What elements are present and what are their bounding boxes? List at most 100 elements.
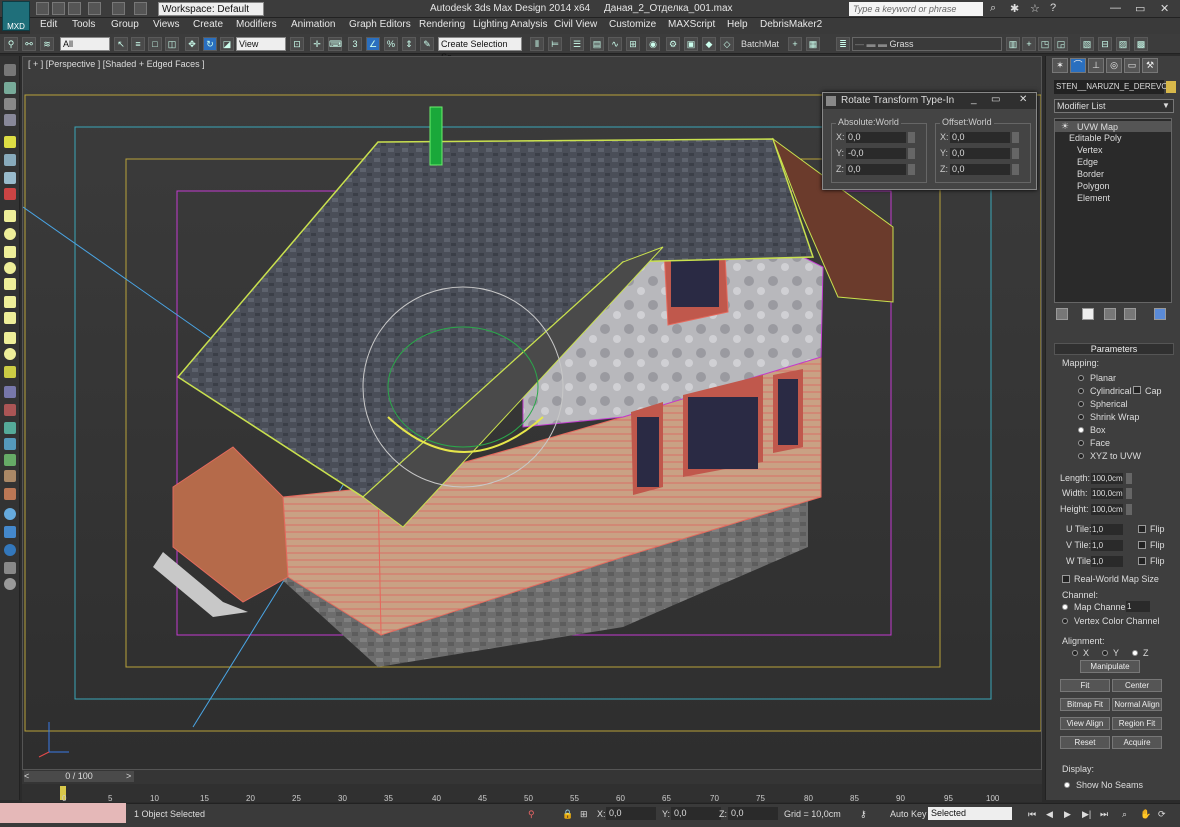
toolbar-icon-25[interactable]	[4, 508, 16, 520]
container-icon[interactable]: ▨	[1116, 37, 1130, 51]
toolbar-icon-28[interactable]	[4, 562, 16, 574]
toolbar-icon-23[interactable]	[4, 470, 16, 482]
select-in-layer-icon[interactable]: ◳	[1038, 37, 1052, 51]
mapping-planar[interactable]: Planar	[1090, 373, 1116, 383]
cap-checkbox[interactable]	[1133, 386, 1141, 394]
render-setup-icon[interactable]: ⚙	[666, 37, 680, 51]
radio-align-y[interactable]	[1102, 650, 1108, 656]
layer-manager-2-icon[interactable]: ▧	[1080, 37, 1094, 51]
radio-face[interactable]	[1078, 440, 1084, 446]
configure-modifier-sets-icon[interactable]	[1154, 308, 1166, 320]
maxscript-listener[interactable]	[0, 803, 126, 823]
toolbar-icon-26[interactable]	[4, 526, 16, 538]
plane-primitive-icon[interactable]	[4, 366, 16, 378]
add-icon[interactable]: +	[788, 37, 802, 51]
realworld-checkbox[interactable]	[1062, 575, 1070, 583]
y-coordinate-field[interactable]: 0,0	[671, 807, 721, 820]
reference-coordinate-dropdown[interactable]: View	[236, 37, 286, 51]
acquire-button[interactable]: Acquire	[1112, 736, 1162, 749]
box-primitive-icon[interactable]	[4, 210, 16, 222]
teapot-primitive-icon[interactable]	[4, 296, 16, 308]
spinner-snap-icon[interactable]: ⇕	[402, 37, 416, 51]
search-icon[interactable]: ⌕	[990, 2, 996, 15]
height-spinner[interactable]	[1126, 504, 1132, 515]
length-field[interactable]: 100,0cm	[1091, 473, 1123, 484]
reset-button[interactable]: Reset	[1060, 736, 1110, 749]
radio-map-channel[interactable]	[1062, 604, 1068, 610]
map-channel-field[interactable]: 1	[1126, 601, 1150, 612]
abs-y-field[interactable]: -0,0	[846, 148, 906, 159]
length-spinner[interactable]	[1126, 473, 1132, 484]
mirror-icon[interactable]: ⫴	[530, 37, 544, 51]
normal-align-button[interactable]: Normal Align	[1112, 698, 1162, 711]
wtile-field[interactable]: 1,0	[1091, 556, 1123, 567]
pivot-center-icon[interactable]: ⊡	[290, 37, 304, 51]
chevron-down-icon[interactable]: ▼	[1162, 101, 1170, 110]
off-y-field[interactable]: 0,0	[950, 148, 1010, 159]
curve-editor-icon[interactable]: ∿	[608, 37, 622, 51]
make-unique-icon[interactable]	[1104, 308, 1116, 320]
mapping-spherical[interactable]: Spherical	[1090, 399, 1128, 409]
parameters-rollout-header[interactable]: Parameters	[1054, 343, 1174, 355]
radio-xyz-to-uvw[interactable]	[1078, 453, 1084, 459]
off-y-spinner[interactable]	[1012, 148, 1019, 159]
save-file-icon[interactable]	[68, 2, 81, 15]
radio-spherical[interactable]	[1078, 401, 1084, 407]
scale-icon[interactable]: ◪	[220, 37, 234, 51]
abs-z-spinner[interactable]	[908, 164, 915, 175]
time-slider[interactable]: 0 / 100	[24, 771, 134, 782]
object-color-swatch[interactable]	[1166, 81, 1176, 93]
autokey-button[interactable]: Auto Key	[890, 809, 927, 819]
keyboard-shortcut-toggle-icon[interactable]: ⌨	[328, 37, 342, 51]
menu-debrismaker[interactable]: DebrisMaker2	[760, 19, 822, 30]
close-icon[interactable]: ✕	[1019, 94, 1027, 105]
key-mode-dropdown[interactable]: Selected	[928, 807, 1012, 820]
track-bar[interactable]: 0 5 10 15 20 25 30 35 40 45 50 55 60 65 …	[22, 784, 1042, 803]
toolbar-extra-icon[interactable]: ▦	[806, 37, 820, 51]
add-to-layer-icon[interactable]: +	[1022, 37, 1036, 51]
undo-icon[interactable]	[88, 2, 101, 15]
radio-cylindrical[interactable]	[1078, 388, 1084, 394]
lock-selection-icon[interactable]: 🔒	[562, 809, 573, 820]
toolbar-icon-22[interactable]	[4, 454, 16, 466]
named-selection-set-dropdown[interactable]: Create Selection Se	[438, 37, 522, 62]
show-end-result-icon[interactable]	[1082, 308, 1094, 320]
time-next-icon[interactable]: >	[126, 771, 131, 781]
x-coordinate-field[interactable]: 0,0	[606, 807, 656, 820]
stack-item-element[interactable]: Element	[1077, 193, 1110, 203]
rotate-icon[interactable]: ↻	[203, 37, 217, 51]
hold-icon[interactable]	[134, 2, 147, 15]
width-field[interactable]: 100,0cm	[1091, 488, 1123, 499]
lightbulb-icon[interactable]: ☀	[1061, 121, 1069, 132]
viewport-label[interactable]: [ + ] [Perspective ] [Shaded + Edged Fac…	[28, 59, 205, 69]
layer-settings-icon[interactable]: ≣	[836, 37, 850, 51]
menu-graph-editors[interactable]: Graph Editors	[349, 19, 411, 30]
isolate-icon[interactable]: ⚲	[528, 809, 535, 820]
key-icon[interactable]: ⚷	[860, 809, 867, 820]
radio-planar[interactable]	[1078, 375, 1084, 381]
menu-tools[interactable]: Tools	[72, 19, 95, 30]
stack-item-edge[interactable]: Edge	[1077, 157, 1098, 167]
select-by-name-icon[interactable]: ≡	[131, 37, 145, 51]
mapping-xyz-to-uvw[interactable]: XYZ to UVW	[1090, 451, 1141, 461]
rendered-frame-window-icon[interactable]: ▣	[684, 37, 698, 51]
toolbar-icon-20[interactable]	[4, 422, 16, 434]
time-prev-icon[interactable]: <	[24, 771, 29, 781]
rectangular-selection-icon[interactable]: □	[148, 37, 162, 51]
create-layer-icon[interactable]: ▥	[1006, 37, 1020, 51]
maximize-icon[interactable]: ▭	[1135, 2, 1145, 15]
toolbar-icon-18[interactable]	[4, 386, 16, 398]
menu-maxscript[interactable]: MAXScript	[668, 19, 715, 30]
toolbar-icon-21[interactable]	[4, 438, 16, 450]
graphite-ribbon-icon[interactable]: ▤	[590, 37, 604, 51]
mapping-cylindrical[interactable]: Cylindrical	[1090, 386, 1132, 396]
off-z-spinner[interactable]	[1012, 164, 1019, 175]
edit-named-selection-icon[interactable]: ✎	[420, 37, 434, 51]
material-editor-icon[interactable]: ◉	[646, 37, 660, 51]
abs-y-spinner[interactable]	[908, 148, 915, 159]
bitmap-fit-button[interactable]: Bitmap Fit	[1060, 698, 1110, 711]
menu-customize[interactable]: Customize	[609, 19, 656, 30]
goto-start-icon[interactable]: ⏮	[1028, 809, 1036, 820]
fit-button[interactable]: Fit	[1060, 679, 1110, 692]
region-fit-button[interactable]: Region Fit	[1112, 717, 1162, 730]
